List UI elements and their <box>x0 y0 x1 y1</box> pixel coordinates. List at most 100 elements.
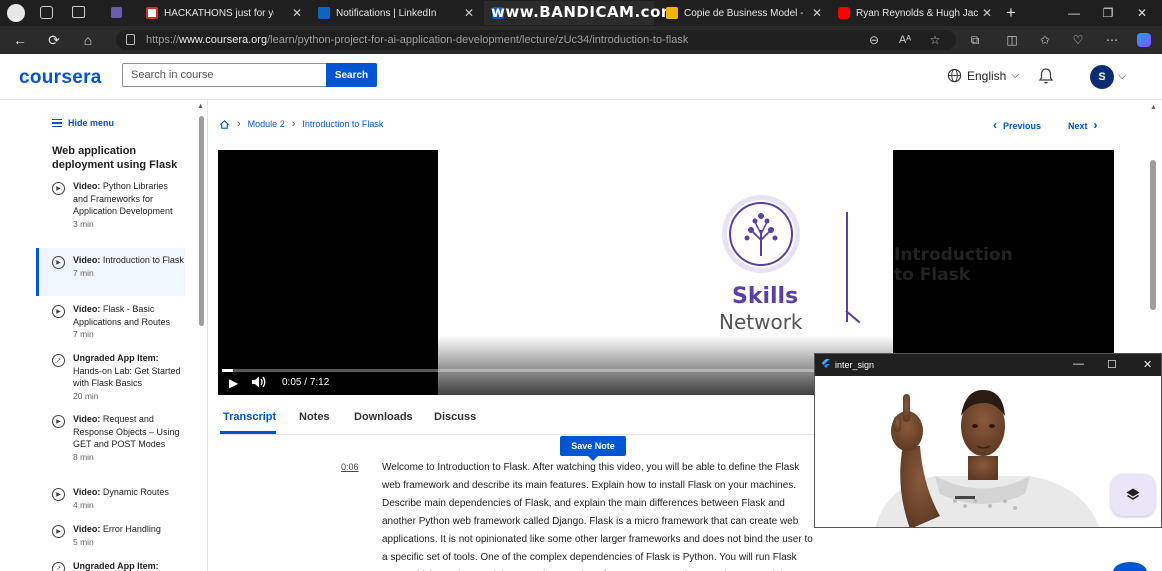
volume-icon[interactable] <box>251 375 267 389</box>
brand-network: Network <box>719 310 803 334</box>
previous-button[interactable]: ‹ Previous <box>993 118 1041 132</box>
sidebar-item[interactable]: ↗ Ungraded App Item: Hands-on Lab: Get S… <box>36 352 185 401</box>
tab-slides[interactable]: Copie de Business Model - Pré ✕ <box>658 1 828 25</box>
youtube-icon <box>838 7 850 19</box>
avatar-viewport <box>815 376 1161 527</box>
layers-fab-button[interactable] <box>1111 474 1155 516</box>
search-input[interactable] <box>122 63 327 87</box>
maximize-icon[interactable]: ☐ <box>1107 358 1117 371</box>
close-window-button[interactable]: ✕ <box>1120 2 1162 24</box>
slides-icon <box>666 7 678 19</box>
profile-icon[interactable] <box>7 4 25 22</box>
transcript-timestamp[interactable]: 0:06 <box>341 462 359 472</box>
sidebar-item-label: Video: Python Libraries and Frameworks f… <box>73 181 173 216</box>
sidebar-item[interactable]: ▶ Video: Error Handling 5 min <box>36 523 185 547</box>
read-aloud-icon[interactable]: Aᴬ <box>897 32 913 48</box>
flutter-icon <box>821 359 830 368</box>
page-scrollbar[interactable] <box>1150 160 1156 310</box>
next-label: Next <box>1068 121 1088 131</box>
more-menu-icon[interactable]: ⋯ <box>1104 32 1120 48</box>
tab-gmail[interactable]: HACKATHONS just for you, Sel ✕ <box>138 1 308 25</box>
url-path: /learn/python-project-for-ai-application… <box>267 34 689 46</box>
browser-essentials-icon[interactable]: ♡ <box>1070 32 1086 48</box>
tabs-divider <box>218 434 814 435</box>
play-circle-icon: ▶ <box>52 305 65 318</box>
close-tab-icon[interactable]: ✕ <box>812 6 822 20</box>
tab-title: Ryan Reynolds & Hugh Jackma <box>856 7 978 19</box>
close-icon[interactable]: ✕ <box>1143 358 1152 371</box>
breadcrumb-module[interactable]: Module 2 <box>248 119 285 129</box>
vertical-tabs-icon[interactable] <box>111 7 122 18</box>
course-sidebar: Hide menu Web application deployment usi… <box>0 100 208 571</box>
app-item-icon: ↗ <box>52 354 65 367</box>
tab-actions-icon[interactable] <box>72 6 85 18</box>
brand-skills: Skills <box>732 284 799 309</box>
window-title-bar[interactable]: inter_sign — ☐ ✕ <box>815 354 1161 376</box>
chevron-left-icon: ‹ <box>993 118 997 132</box>
tab-linkedin[interactable]: Notifications | LinkedIn ✕ <box>310 1 480 25</box>
sidebar-item-label: Video: Request and Response Objects – Us… <box>73 414 180 449</box>
scroll-up-arrow[interactable]: ▲ <box>197 103 204 110</box>
copilot-icon[interactable] <box>1136 32 1152 48</box>
minimize-icon[interactable]: — <box>1073 358 1084 370</box>
help-fab-button[interactable] <box>1113 562 1147 571</box>
favorite-star-icon[interactable]: ☆ <box>927 32 943 48</box>
home-icon[interactable] <box>219 119 230 130</box>
url-prefix: https:// <box>146 34 180 46</box>
notification-bell-icon[interactable] <box>1037 67 1055 85</box>
split-screen-icon[interactable]: ◫ <box>1004 32 1020 48</box>
sidebar-item-duration: 3 min <box>73 218 94 229</box>
avatar[interactable]: S <box>1090 65 1114 89</box>
refresh-button[interactable]: ⟳ <box>44 30 64 50</box>
transcript-text: Welcome to Introduction to Flask. After … <box>382 462 813 571</box>
sidebar-item[interactable]: ↗ Ungraded App Item: <box>36 560 185 571</box>
tab-discuss[interactable]: Discuss <box>434 411 476 423</box>
active-tab-indicator <box>220 431 276 434</box>
coursera-logo[interactable]: coursera <box>19 67 102 89</box>
sidebar-item[interactable]: ▶ Video: Dynamic Routes 4 min <box>36 486 185 510</box>
sidebar-item[interactable]: ▶ Video: Request and Response Objects – … <box>36 413 185 462</box>
back-button[interactable]: ← <box>10 30 30 50</box>
workspaces-icon[interactable] <box>40 6 53 19</box>
tab-youtube[interactable]: Ryan Reynolds & Hugh Jackma ✕ <box>830 1 998 25</box>
chevron-down-icon: ⌵ <box>1011 70 1019 81</box>
extensions-icon[interactable]: ⧉ <box>967 32 983 48</box>
sidebar-item-duration: 20 min <box>73 390 99 401</box>
address-bar[interactable]: https://www.coursera.org/learn/python-pr… <box>116 30 956 50</box>
sidebar-scrollbar[interactable] <box>199 116 204 326</box>
search-button[interactable]: Search <box>326 63 377 87</box>
home-button[interactable]: ⌂ <box>78 30 98 50</box>
time-separator: / <box>304 377 308 388</box>
close-tab-icon[interactable]: ✕ <box>292 6 302 20</box>
tab-notes[interactable]: Notes <box>299 411 330 423</box>
breadcrumb-lecture[interactable]: Introduction to Flask <box>302 119 383 129</box>
globe-icon <box>947 68 962 83</box>
tab-downloads[interactable]: Downloads <box>354 411 413 423</box>
page-scroll-up-arrow[interactable]: ▲ <box>1150 104 1157 111</box>
sidebar-item-active[interactable]: ▶ Video: Introduction to Flask 7 min <box>36 248 185 296</box>
language-selector[interactable]: English ⌵ <box>947 68 1019 83</box>
close-tab-icon[interactable]: ✕ <box>982 6 992 20</box>
chevron-down-icon[interactable]: ⌵ <box>1118 70 1126 83</box>
previous-label: Previous <box>1003 121 1042 131</box>
lock-icon[interactable] <box>126 34 135 45</box>
favorites-icon[interactable]: ✩ <box>1037 32 1053 48</box>
breadcrumb: › Module 2 › Introduction to Flask <box>219 118 383 130</box>
play-icon[interactable]: ▶ <box>229 376 238 390</box>
sidebar-item[interactable]: ▶ Video: Python Libraries and Frameworks… <box>36 180 185 229</box>
coursera-header: coursera Search English ⌵ S ⌵ <box>0 54 1162 100</box>
browser-tab-strip: HACKATHONS just for you, Sel ✕ Notificat… <box>0 0 1162 26</box>
tab-transcript[interactable]: Transcript <box>223 411 276 423</box>
chevron-right-icon: › <box>291 118 296 130</box>
module-title: Web application deployment using Flask <box>52 145 178 171</box>
next-button[interactable]: Next › <box>1068 118 1098 132</box>
sidebar-item-label: Ungraded App Item: <box>73 561 159 571</box>
zoom-icon[interactable]: ⊖ <box>866 32 882 48</box>
inter-sign-window[interactable]: inter_sign — ☐ ✕ <box>814 353 1162 528</box>
hide-menu-button[interactable]: Hide menu <box>52 118 114 128</box>
close-tab-icon[interactable]: ✕ <box>464 6 474 20</box>
hide-menu-label: Hide menu <box>68 118 115 128</box>
sidebar-item[interactable]: ▶ Video: Flask - Basic Applications and … <box>36 303 185 339</box>
save-note-button[interactable]: Save Note <box>560 436 626 461</box>
new-tab-button[interactable]: + <box>1006 3 1016 23</box>
